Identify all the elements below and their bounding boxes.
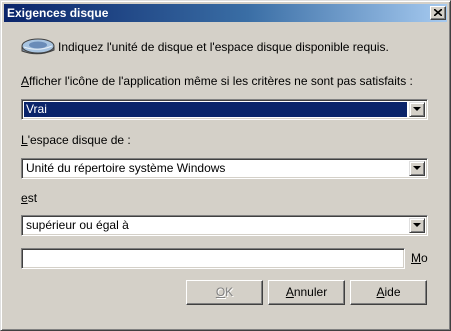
cancel-button-rest: nnuler: [293, 285, 328, 299]
ok-button-rest: K: [225, 285, 234, 299]
comparison-value: supérieur ou égal à: [26, 218, 129, 232]
comparison-label: est: [21, 191, 37, 205]
help-button-rest: ide: [384, 285, 401, 299]
cancel-button[interactable]: Annuler: [268, 280, 345, 305]
show-icon-label: Afficher l'icône de l'application même s…: [21, 74, 413, 88]
disk-space-select[interactable]: Unité du répertoire système Windows: [21, 158, 428, 179]
disk-space-label: L'espace disque de :: [21, 133, 131, 147]
chevron-down-icon: [413, 166, 421, 170]
show-icon-label-mnemonic: A: [21, 74, 30, 88]
disk-space-dropdown-button[interactable]: [409, 161, 425, 176]
chevron-down-icon: [413, 223, 421, 227]
disk-drive-icon: [21, 38, 55, 55]
help-button[interactable]: Aide: [350, 280, 427, 305]
ok-button[interactable]: OK: [186, 280, 263, 305]
show-icon-label-rest: fficher l'icône de l'application même si…: [29, 74, 413, 88]
comparison-label-rest: st: [27, 191, 38, 205]
disk-space-label-mnemonic: L: [21, 133, 28, 147]
disk-requirements-dialog: Exigences disque Indiquez l'unité de dis…: [0, 0, 451, 331]
intro-text: Indiquez l'unité de disque et l'espace d…: [58, 40, 389, 54]
size-unit-label: Mo: [411, 251, 428, 265]
size-field-container: [21, 248, 405, 269]
disk-space-label-rest: 'espace disque de :: [27, 133, 131, 147]
window-title: Exigences disque: [7, 6, 109, 20]
comparison-dropdown-button[interactable]: [409, 218, 425, 233]
size-input[interactable]: [25, 251, 401, 266]
ok-button-mnemonic: O: [215, 285, 226, 299]
size-unit-rest: o: [421, 251, 428, 265]
show-icon-select[interactable]: Vrai: [21, 99, 428, 120]
size-unit-mnemonic: M: [411, 251, 421, 265]
comparison-label-mnemonic: e: [21, 191, 28, 205]
cancel-button-mnemonic: A: [285, 285, 294, 299]
comparison-select[interactable]: supérieur ou égal à: [21, 215, 428, 236]
disk-space-value: Unité du répertoire système Windows: [26, 161, 226, 175]
close-icon: [434, 9, 442, 16]
show-icon-value: Vrai: [24, 102, 407, 117]
show-icon-dropdown-button[interactable]: [409, 102, 425, 117]
chevron-down-icon: [413, 107, 421, 111]
title-bar: Exigences disque: [4, 4, 447, 22]
help-button-mnemonic: A: [376, 285, 385, 299]
close-button[interactable]: [430, 6, 446, 20]
